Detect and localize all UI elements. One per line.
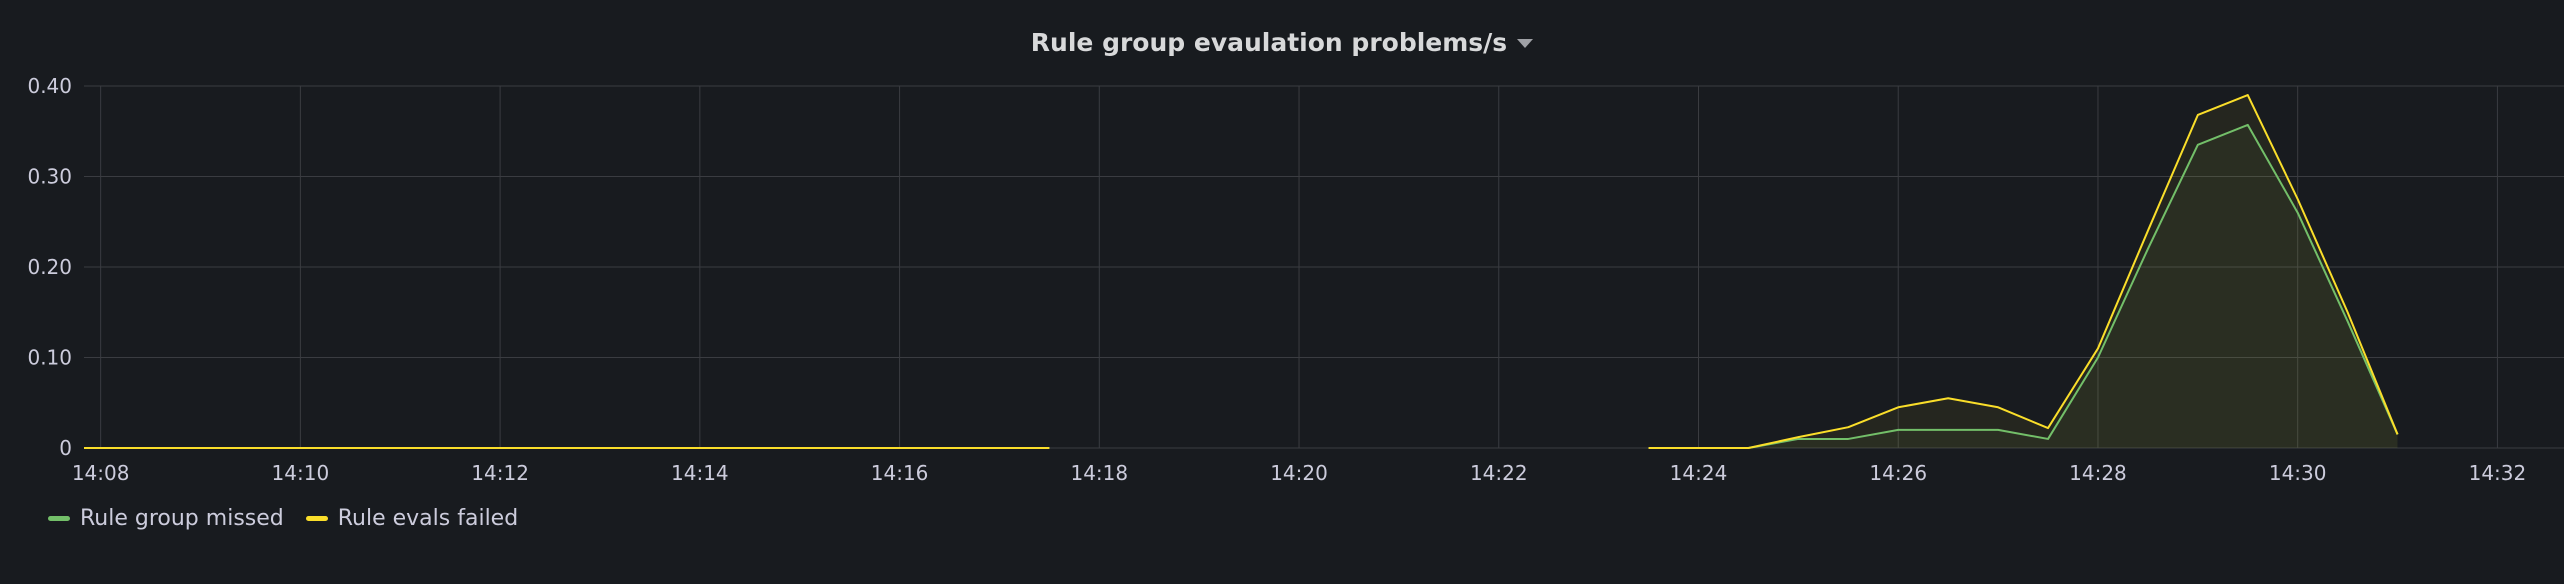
- legend-swatch-rule-group-missed: [48, 516, 70, 521]
- x-tick-label: 14:28: [2069, 461, 2127, 485]
- x-tick-label: 14:08: [72, 461, 130, 485]
- legend-label: Rule evals failed: [337, 506, 519, 531]
- legend: Rule group missed Rule evals failed: [48, 506, 518, 531]
- y-tick-label: 0.10: [27, 346, 72, 370]
- x-tick-label: 14:14: [671, 461, 729, 485]
- legend-label: Rule group missed: [80, 506, 284, 531]
- y-tick-label: 0.20: [27, 255, 72, 279]
- x-tick-label: 14:30: [2269, 461, 2327, 485]
- x-tick-label: 14:16: [871, 461, 929, 485]
- legend-item-rule-evals-failed[interactable]: Rule evals failed: [305, 506, 519, 531]
- series-lines: [84, 94, 2399, 449]
- x-tick-label: 14:18: [1070, 461, 1128, 485]
- series-fills: [1648, 95, 2398, 449]
- y-tick-label: 0: [59, 436, 72, 460]
- x-tick-label: 14:26: [1869, 461, 1927, 485]
- y-tick-label: 0.30: [27, 165, 72, 189]
- y-tick-label: 0.40: [27, 74, 72, 98]
- x-tick-label: 14:22: [1470, 461, 1528, 485]
- y-axis-ticks: 0 0.10 0.20 0.30 0.40: [27, 74, 72, 460]
- graph-panel: Rule group evaulation problems/s 0 0.10 0.…: [0, 0, 2564, 584]
- x-tick-label: 14:20: [1270, 461, 1328, 485]
- x-tick-label: 14:32: [2469, 461, 2527, 485]
- x-tick-label: 14:10: [272, 461, 330, 485]
- x-tick-label: 14:24: [1670, 461, 1728, 485]
- chart-canvas[interactable]: 00.100.200.300.40 14:08 14:10 14:12 14:14 14…: [0, 0, 2564, 584]
- legend-item-rule-group-missed[interactable]: Rule group missed: [48, 506, 284, 531]
- x-axis-ticks: 14:08 14:10 14:12 14:14 14:16 14:18 14:20 14:22…: [72, 461, 2526, 485]
- series-area-rule-evals-failed: [1648, 95, 2398, 449]
- x-tick-label: 14:12: [471, 461, 529, 485]
- legend-swatch-rule-evals-failed: [305, 516, 328, 521]
